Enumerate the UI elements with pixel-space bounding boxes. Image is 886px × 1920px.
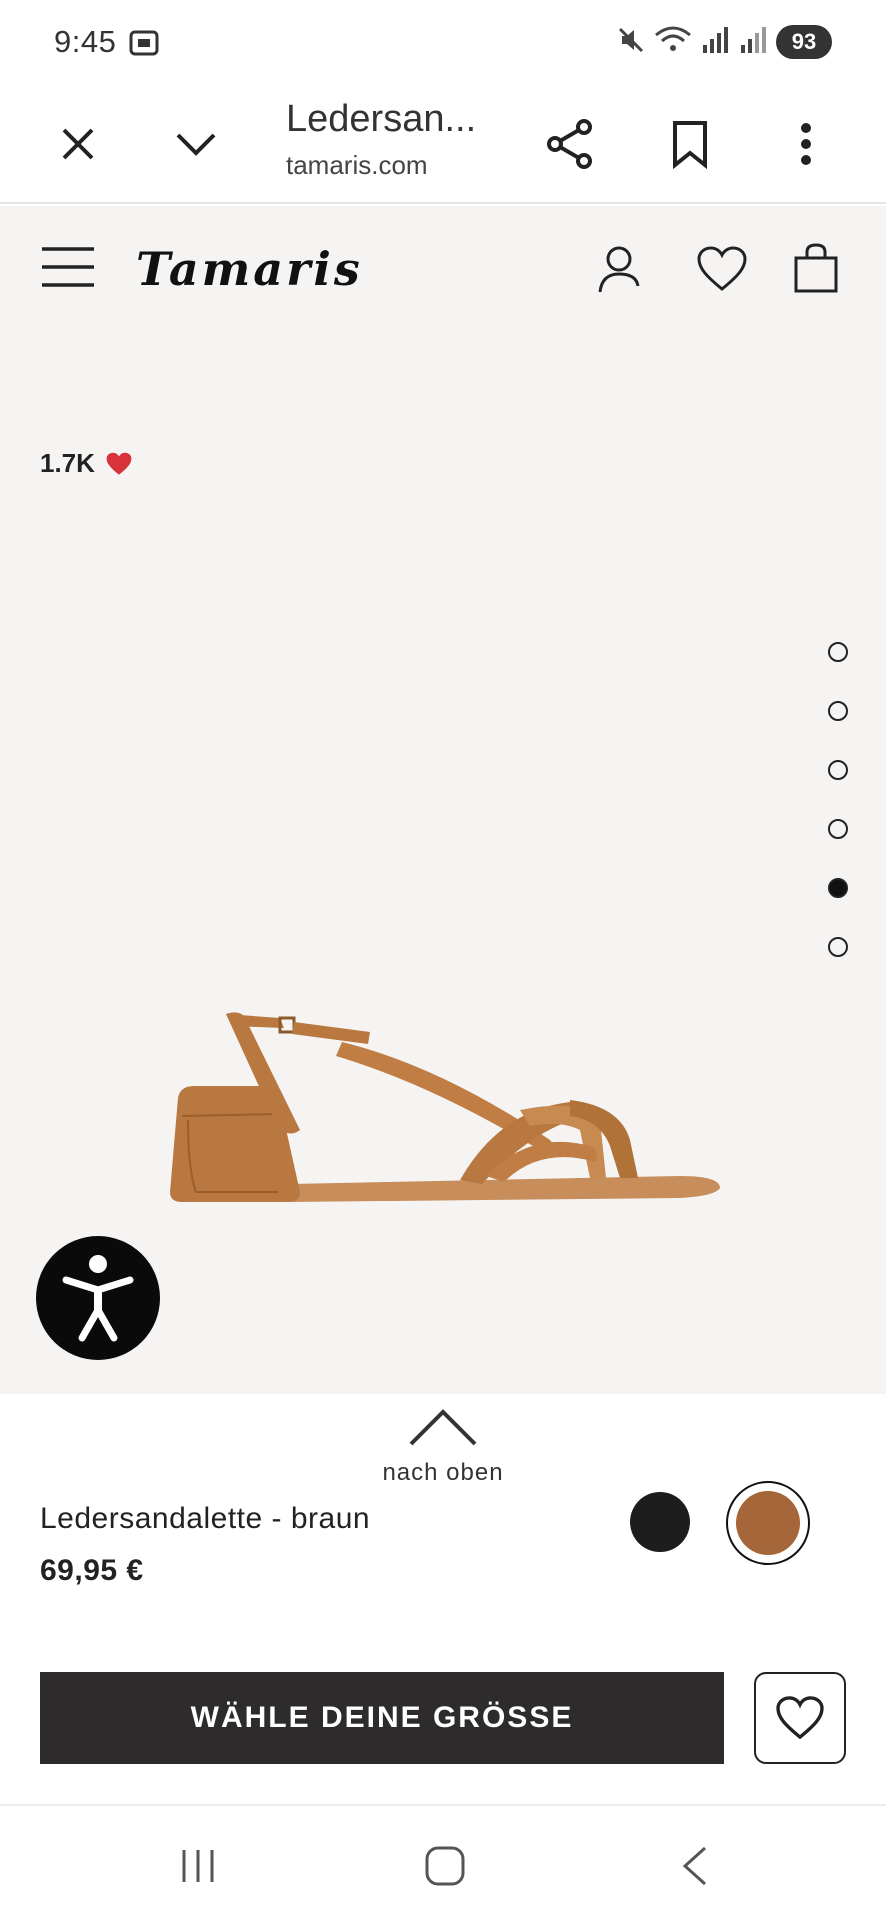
minimize-tab-button[interactable] (158, 106, 234, 182)
recent-apps-button[interactable] (168, 1836, 228, 1896)
mute-icon (616, 25, 646, 60)
bookmark-button[interactable] (652, 106, 728, 182)
signal-icon-2 (738, 25, 768, 60)
product-name: Ledersandalette - braun (40, 1502, 371, 1535)
recent-apps-icon (182, 1850, 214, 1882)
back-button[interactable] (664, 1836, 724, 1896)
accessibility-button[interactable] (36, 1236, 160, 1360)
close-icon (62, 128, 94, 160)
more-options-button[interactable] (768, 106, 844, 182)
site-header: Tamaris (0, 206, 886, 330)
screenshot-icon (128, 28, 160, 63)
back-to-top-button[interactable]: nach oben (376, 1406, 510, 1487)
likes-count: 1.7K (40, 448, 133, 479)
wishlist-header-button[interactable] (694, 242, 750, 296)
hamburger-icon (42, 247, 94, 287)
color-swatch-brown-selected[interactable] (726, 1481, 810, 1565)
color-swatch-brown (736, 1491, 800, 1555)
share-icon (547, 119, 592, 169)
likes-count-value: 1.7K (40, 448, 95, 478)
status-icons: 93 (616, 22, 832, 62)
tamaris-logo[interactable]: Tamaris (136, 242, 363, 296)
product-image (170, 1012, 720, 1202)
product-info: nach oben Ledersandalette - braun 69,95 … (0, 1394, 886, 1804)
signal-icon (700, 25, 730, 60)
status-time: 9:45 (54, 24, 117, 59)
wifi-icon (654, 25, 692, 60)
page-url[interactable]: tamaris.com (286, 150, 436, 181)
bookmark-icon (673, 121, 707, 169)
status-bar: 9:45 93 (0, 0, 886, 84)
menu-button[interactable] (38, 242, 98, 292)
product-gallery[interactable]: 1.7K (0, 330, 886, 1394)
more-vertical-icon (801, 123, 811, 165)
home-icon (425, 1846, 465, 1886)
cart-button[interactable] (790, 240, 842, 296)
chevron-down-icon (176, 133, 216, 156)
select-size-button[interactable]: WÄHLE DEINE GRÖSSE (40, 1672, 724, 1764)
gallery-dot-1[interactable] (828, 642, 848, 662)
heart-icon (776, 1696, 824, 1740)
color-swatch-black[interactable] (630, 1492, 690, 1552)
close-tab-button[interactable] (40, 106, 116, 182)
share-button[interactable] (532, 106, 608, 182)
gallery-dot-2[interactable] (828, 701, 848, 721)
product-price: 69,95 € (40, 1554, 144, 1587)
gallery-dot-4[interactable] (828, 819, 848, 839)
system-nav-bar (0, 1804, 886, 1920)
accessibility-icon (62, 1255, 134, 1342)
gallery-dot-5[interactable] (828, 878, 848, 898)
account-button[interactable] (594, 242, 644, 296)
heart-icon (697, 246, 747, 291)
gallery-pagination (828, 642, 848, 996)
chevron-up-icon (409, 1409, 477, 1446)
heart-filled-icon (106, 452, 132, 475)
back-icon (682, 1846, 707, 1886)
page-title: Ledersan... (286, 98, 477, 140)
add-to-wishlist-button[interactable] (754, 1672, 846, 1764)
gallery-dot-3[interactable] (828, 760, 848, 780)
battery-indicator: 93 (776, 25, 832, 59)
gallery-dot-6[interactable] (828, 937, 848, 957)
home-button[interactable] (415, 1836, 475, 1896)
shopping-bag-icon (794, 243, 838, 293)
browser-toolbar: Ledersan... tamaris.com (0, 84, 886, 204)
user-icon (598, 246, 640, 293)
back-to-top-label: nach oben (382, 1459, 504, 1486)
